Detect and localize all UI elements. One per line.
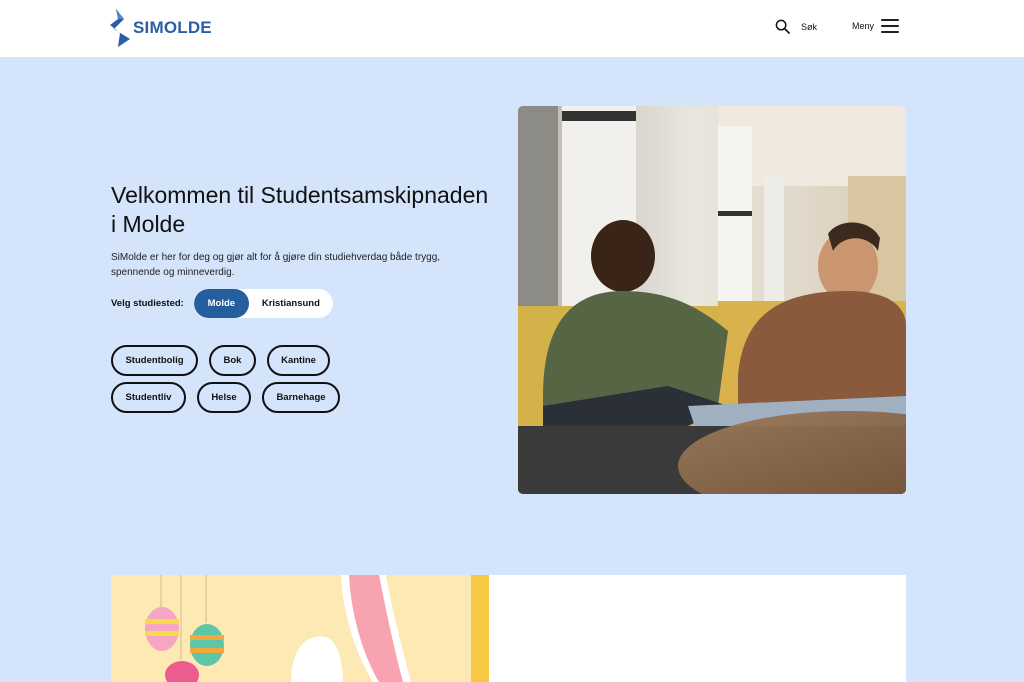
easter-illustration	[111, 575, 489, 682]
chip-kantine[interactable]: Kantine	[267, 345, 330, 376]
hamburger-icon	[881, 19, 900, 33]
chip-helse[interactable]: Helse	[197, 382, 251, 413]
chip-studentbolig[interactable]: Studentbolig	[111, 345, 198, 376]
site-header: SIMOLDE Søk Meny	[0, 0, 1024, 57]
quick-links: Studentbolig Bok Kantine Studentliv Hels…	[111, 345, 401, 419]
news-card[interactable]	[111, 575, 906, 682]
search-button[interactable]: Søk	[775, 19, 817, 34]
chip-bok[interactable]: Bok	[209, 345, 256, 376]
study-place-kristiansund[interactable]: Kristiansund	[249, 289, 333, 318]
search-icon	[775, 19, 790, 34]
study-place-molde[interactable]: Molde	[193, 289, 249, 318]
chip-studentliv[interactable]: Studentliv	[111, 382, 186, 413]
study-place-toggle: Molde Kristiansund	[193, 289, 333, 318]
logo-text: SIMOLDE	[133, 18, 212, 37]
menu-button[interactable]: Meny	[852, 19, 900, 33]
menu-label: Meny	[852, 21, 875, 31]
logo[interactable]: SIMOLDE	[110, 9, 212, 47]
chip-barnehage[interactable]: Barnehage	[262, 382, 340, 413]
study-place-selector: Velg studiested: Molde Kristiansund	[111, 289, 333, 318]
students-photo	[518, 106, 906, 494]
search-label: Søk	[801, 21, 818, 32]
page-title: Velkommen til Studentsamskipnaden i Mold…	[111, 182, 489, 237]
hero-description: SiMolde er her for deg og gjør alt for å…	[111, 252, 441, 278]
hero-photo	[518, 106, 906, 494]
study-place-label: Velg studiested:	[111, 298, 184, 309]
easter-card-image	[111, 575, 489, 682]
simolde-logo-icon	[110, 9, 130, 47]
